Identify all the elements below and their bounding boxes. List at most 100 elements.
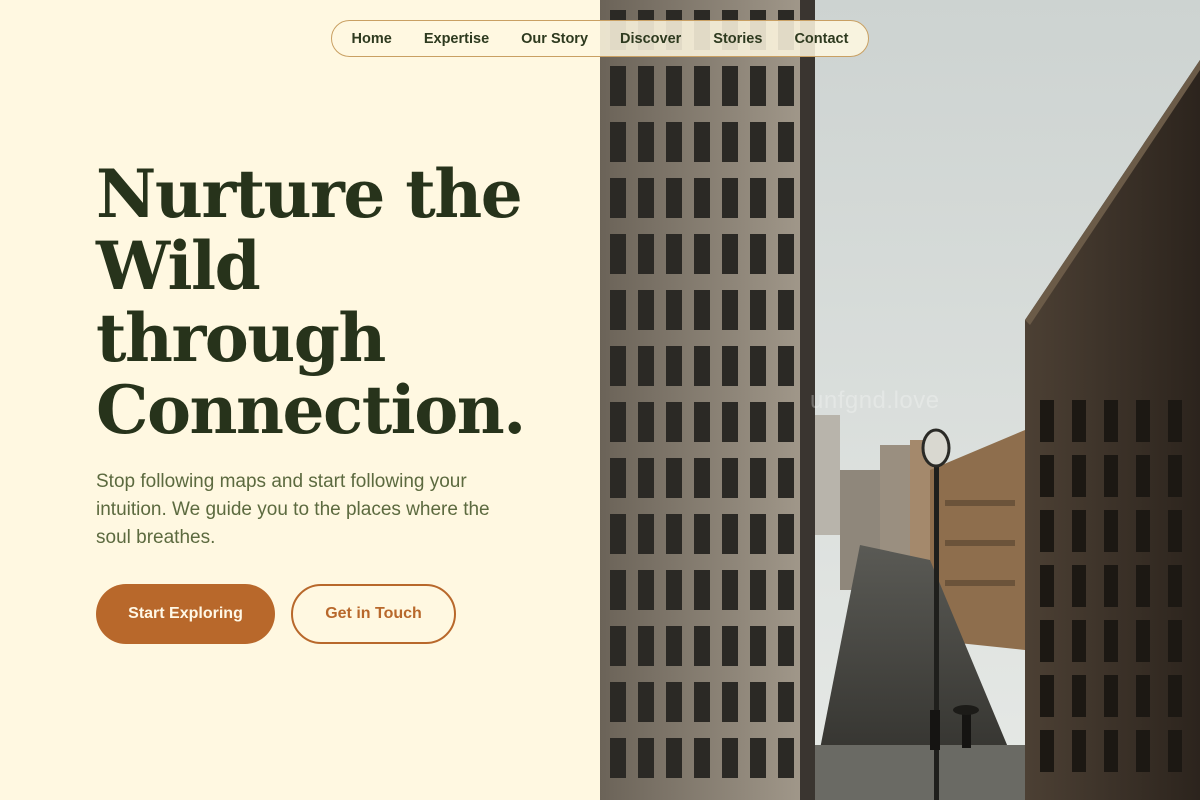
building-window [1136,620,1150,662]
building-window [610,738,626,778]
building-window [722,738,738,778]
building-window [1072,510,1086,552]
building-window [778,122,794,162]
top-navigation: Home Expertise Our Story Discover Storie… [331,20,869,57]
building-window [1168,565,1182,607]
building-window [1104,620,1118,662]
building-window [1104,730,1118,772]
hero-title: Nurture the Wild through Connection. [96,158,566,446]
building-window [750,626,766,666]
building-window [750,290,766,330]
building-window [778,234,794,274]
building-window [694,458,710,498]
building-window [610,458,626,498]
building-window [638,178,654,218]
start-exploring-button[interactable]: Start Exploring [96,584,275,644]
image-watermark: unfgnd.love [810,387,940,414]
building-window [694,682,710,722]
building-window [750,738,766,778]
building-window [638,626,654,666]
building-window [1104,510,1118,552]
building-window [1040,675,1054,717]
building-window [638,66,654,106]
building-window [1136,565,1150,607]
building-window [694,66,710,106]
building-window [666,234,682,274]
building-window [666,514,682,554]
hero-subtitle: Stop following maps and start following … [96,471,490,548]
nav-stories[interactable]: Stories [713,31,762,47]
building-window [694,290,710,330]
nav-expertise[interactable]: Expertise [424,31,489,47]
building-window [666,66,682,106]
building-window [610,178,626,218]
building-window [610,570,626,610]
building-window [666,290,682,330]
building-window [638,122,654,162]
building-window [1136,730,1150,772]
building-window [610,122,626,162]
building-window [638,346,654,386]
building-window [750,514,766,554]
building-window [610,346,626,386]
building-window [694,626,710,666]
building-window [610,234,626,274]
building-window [694,738,710,778]
nav-contact[interactable]: Contact [794,31,848,47]
building-window [666,570,682,610]
building-window [750,346,766,386]
building-window [666,402,682,442]
building-window [638,458,654,498]
building-window [778,626,794,666]
hero-title-line-3: through [96,299,386,377]
building-window [750,570,766,610]
building-window [1072,620,1086,662]
building-window [750,458,766,498]
building-window [722,178,738,218]
building-window [722,66,738,106]
building-window [1168,510,1182,552]
building-window [638,290,654,330]
building-window [1040,730,1054,772]
hero-left-panel: Nurture the Wild through Connection. Sto… [0,0,600,800]
building-window [666,122,682,162]
building-window [666,626,682,666]
building-window [750,66,766,106]
building-window [666,178,682,218]
building-window [638,514,654,554]
building-window [778,346,794,386]
building-window [1104,675,1118,717]
building-window [750,402,766,442]
nav-home[interactable]: Home [352,31,392,47]
building-window [1104,565,1118,607]
building-window [722,458,738,498]
building-window [1168,400,1182,442]
building-window [1136,400,1150,442]
building-window [778,66,794,106]
building-window [1040,620,1054,662]
building-window [778,514,794,554]
building-window [694,122,710,162]
building-window [638,738,654,778]
building-window [610,66,626,106]
building-window [610,402,626,442]
building-window [1072,730,1086,772]
building-window [1168,620,1182,662]
building-window [722,570,738,610]
building-window [778,290,794,330]
building-window [750,178,766,218]
building-window [722,290,738,330]
get-in-touch-button[interactable]: Get in Touch [291,584,456,644]
nav-our-story[interactable]: Our Story [521,31,588,47]
nav-discover[interactable]: Discover [620,31,681,47]
building-window [694,570,710,610]
building-window [1168,730,1182,772]
building-window [750,682,766,722]
building-window [750,234,766,274]
building-window [666,682,682,722]
building-window [1040,565,1054,607]
building-window [666,458,682,498]
building-window [1072,400,1086,442]
building-window [666,738,682,778]
building-window [1136,510,1150,552]
